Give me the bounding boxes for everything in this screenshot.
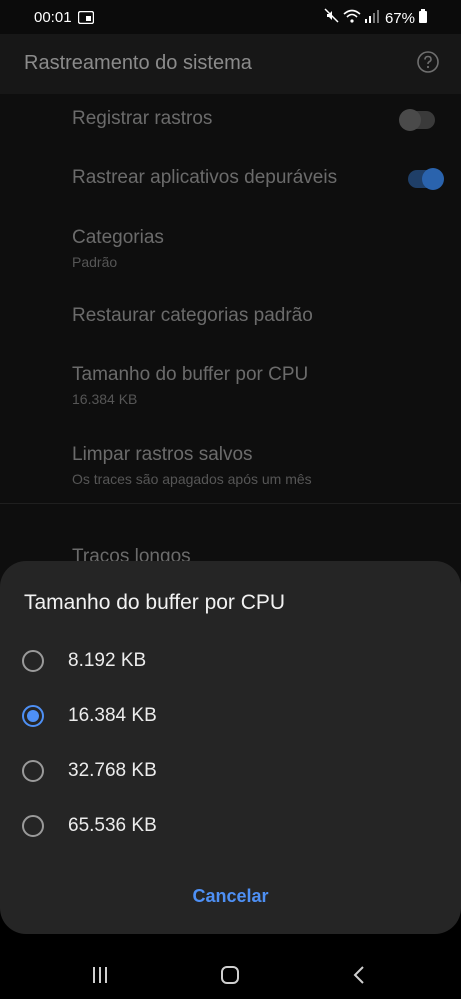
status-icons: 67% <box>324 8 427 28</box>
option-16384[interactable]: 16.384 KB <box>0 691 461 741</box>
settings-list: Registrar rastros Rastrear aplicativos d… <box>0 94 461 614</box>
radio-button[interactable] <box>22 650 44 672</box>
back-icon[interactable] <box>340 961 380 989</box>
wifi-icon <box>343 9 361 28</box>
status-time: 00:01 <box>34 9 72 26</box>
option-32768[interactable]: 32.768 KB <box>0 746 461 796</box>
cancel-button[interactable]: Cancelar <box>160 877 301 915</box>
setting-subtitle: Padrão <box>72 254 118 270</box>
radio-button[interactable] <box>22 760 44 782</box>
setting-title: Rastrear aplicativos depuráveis <box>72 167 338 188</box>
home-icon[interactable] <box>210 961 250 989</box>
setting-title: Registrar rastros <box>72 108 213 129</box>
option-label: 32.768 KB <box>68 760 157 781</box>
record-traces-toggle[interactable] <box>399 109 435 131</box>
setting-categories[interactable]: Categorias Padrão <box>72 227 164 270</box>
trace-debuggable-toggle[interactable] <box>408 168 444 190</box>
option-label: 65.536 KB <box>68 815 157 836</box>
setting-subtitle: 16.384 KB <box>72 391 138 407</box>
page-title: Rastreamento do sistema <box>24 52 252 74</box>
signal-icon <box>364 9 379 28</box>
setting-clear-traces[interactable]: Limpar rastros salvos Os traces são apag… <box>72 444 312 487</box>
divider <box>0 503 461 504</box>
buffer-size-dialog: Tamanho do buffer por CPU 8.192 KB 16.38… <box>0 561 461 934</box>
setting-record-traces[interactable]: Registrar rastros <box>72 108 212 130</box>
navigation-bar <box>0 951 461 999</box>
radio-dot <box>27 710 39 722</box>
option-65536[interactable]: 65.536 KB <box>0 801 461 851</box>
battery-percent: 67% <box>384 9 415 27</box>
toggle-knob <box>399 109 421 131</box>
setting-title: Limpar rastros salvos <box>72 444 253 465</box>
setting-subtitle: Os traces são apagados após um mês <box>72 471 312 487</box>
toggle-knob <box>422 168 444 190</box>
option-label: 16.384 KB <box>68 705 157 726</box>
setting-restore-categories[interactable]: Restaurar categorias padrão <box>72 305 313 327</box>
setting-buffer-size[interactable]: Tamanho do buffer por CPU 16.384 KB <box>72 364 308 407</box>
setting-title: Categorias <box>72 227 164 248</box>
option-label: 8.192 KB <box>68 650 147 671</box>
screen-record-icon <box>77 10 95 29</box>
recent-apps-icon[interactable] <box>80 961 120 989</box>
radio-button-selected[interactable] <box>22 705 44 727</box>
battery-icon <box>419 8 427 28</box>
setting-title: Restaurar categorias padrão <box>72 305 313 326</box>
dialog-title: Tamanho do buffer por CPU <box>24 591 286 614</box>
app-bar: Rastreamento do sistema <box>0 34 461 94</box>
mute-icon <box>324 8 339 28</box>
setting-title: Tamanho do buffer por CPU <box>72 364 309 385</box>
status-bar: 00:01 67% <box>0 0 461 34</box>
setting-trace-debuggable[interactable]: Rastrear aplicativos depuráveis <box>72 167 337 189</box>
help-icon[interactable] <box>416 50 440 79</box>
option-8192[interactable]: 8.192 KB <box>0 636 461 686</box>
radio-button[interactable] <box>22 815 44 837</box>
